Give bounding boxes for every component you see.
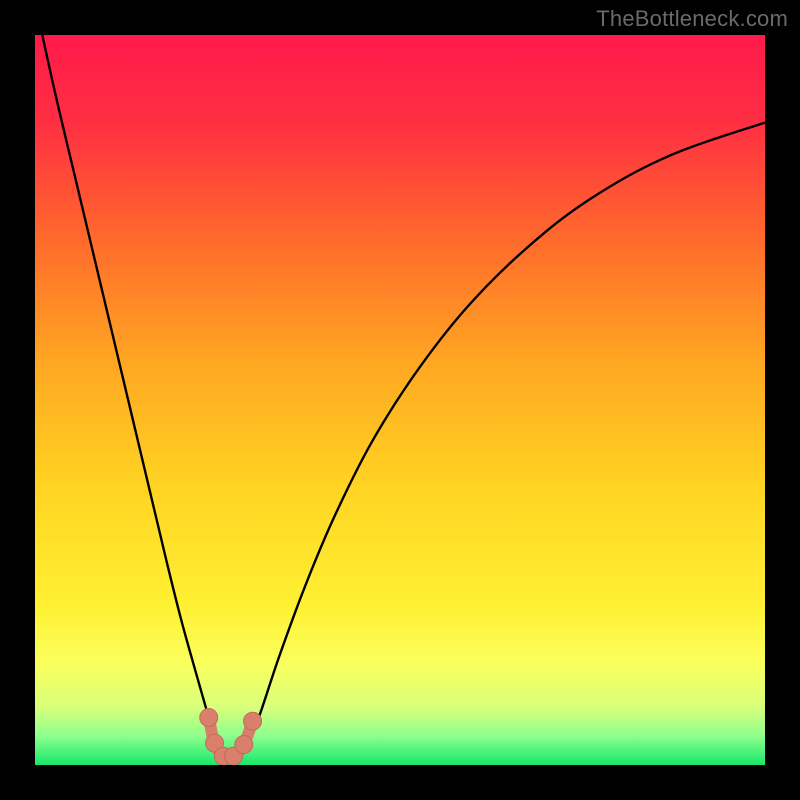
chart-frame: TheBottleneck.com [0, 0, 800, 800]
watermark-text: TheBottleneck.com [596, 6, 788, 32]
plot-area [35, 35, 765, 765]
gradient-background [35, 35, 765, 765]
